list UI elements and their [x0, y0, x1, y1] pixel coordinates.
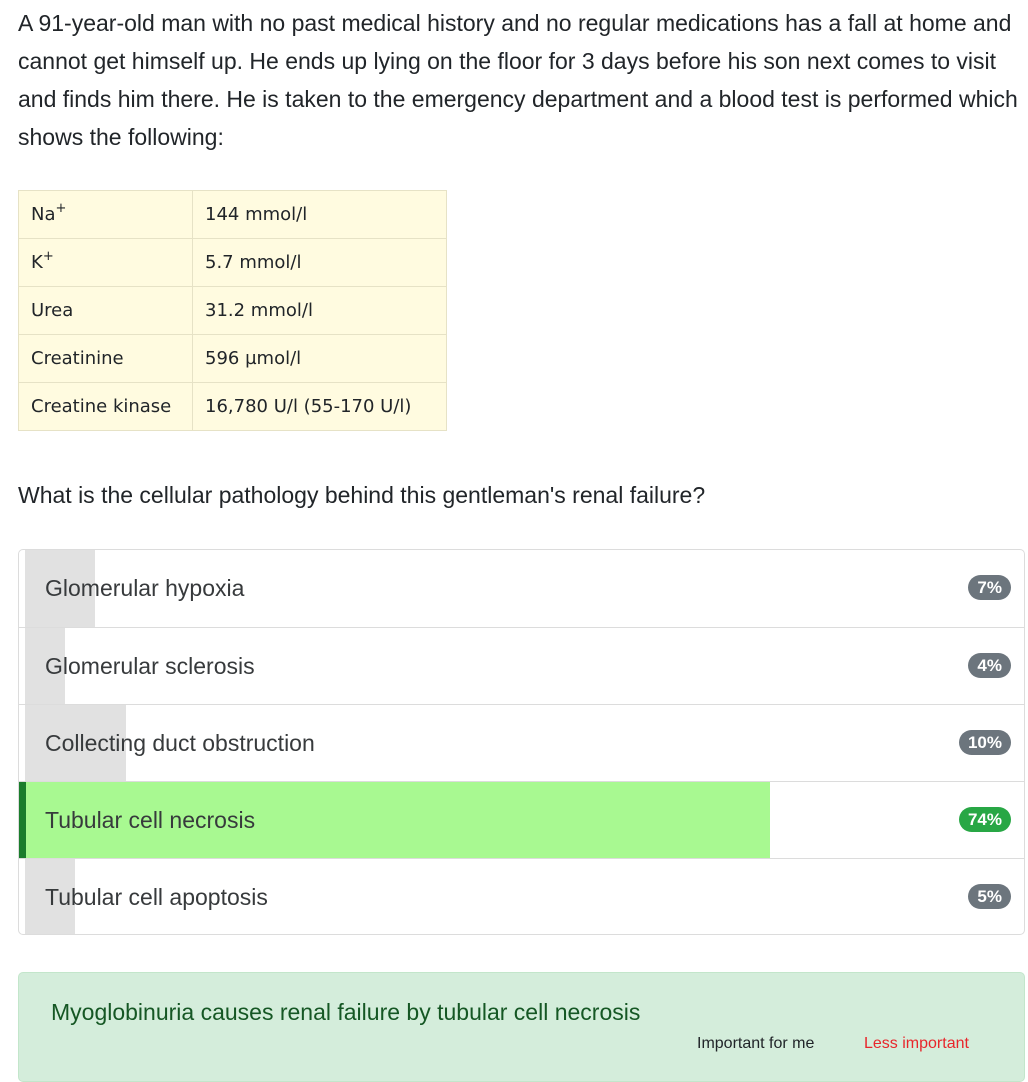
answer-option[interactable]: Tubular cell necrosis 74%: [19, 781, 1024, 858]
answer-option-label: Glomerular sclerosis: [45, 653, 255, 679]
answer-options: Glomerular hypoxia 7% Glomerular scleros…: [18, 549, 1025, 935]
answer-option[interactable]: Glomerular sclerosis 4%: [19, 627, 1024, 704]
answer-option-label: Tubular cell apoptosis: [45, 884, 268, 910]
response-percent-badge: 10%: [958, 730, 1011, 755]
lab-row: Creatine kinase 16,780 U/l (55-170 U/l): [18, 382, 447, 431]
lab-row: Creatinine 596 µmol/l: [18, 334, 447, 383]
less-important-link[interactable]: Less important: [864, 1033, 969, 1055]
lab-value: 31.2 mmol/l: [192, 286, 447, 335]
response-percent-badge: 4%: [968, 653, 1011, 678]
lab-name: Creatinine: [18, 334, 193, 383]
lab-row: Na+ 144 mmol/l: [18, 190, 447, 239]
lab-value: 144 mmol/l: [192, 190, 447, 239]
question-prompt: What is the cellular pathology behind th…: [18, 482, 706, 508]
response-percent-badge: 7%: [968, 575, 1011, 600]
lab-value: 5.7 mmol/l: [192, 238, 447, 287]
lab-value: 596 µmol/l: [192, 334, 447, 383]
question-stem: A 91-year-old man with no past medical h…: [18, 10, 1018, 150]
answer-option[interactable]: Tubular cell apoptosis 5%: [19, 858, 1024, 934]
answer-option-label: Tubular cell necrosis: [45, 807, 256, 833]
lab-name: Urea: [18, 286, 193, 335]
answer-option[interactable]: Glomerular hypoxia 7%: [19, 550, 1024, 627]
lab-name: K+: [18, 238, 193, 287]
explanation-box: Myoglobinuria causes renal failure by tu…: [18, 972, 1025, 1082]
explanation-text: Myoglobinuria causes renal failure by tu…: [51, 999, 641, 1025]
lab-results-table: Na+ 144 mmol/l K+ 5.7 mmol/l Urea 31.2 m…: [18, 190, 447, 431]
lab-row: Urea 31.2 mmol/l: [18, 286, 447, 335]
answer-option[interactable]: Collecting duct obstruction 10%: [19, 704, 1024, 781]
response-percent-badge: 74%: [958, 807, 1011, 832]
answer-option-label: Collecting duct obstruction: [45, 730, 315, 756]
lab-row: K+ 5.7 mmol/l: [18, 238, 447, 287]
lab-value: 16,780 U/l (55-170 U/l): [192, 382, 447, 431]
important-for-me-link[interactable]: Important for me: [697, 1033, 814, 1055]
response-percent-badge: 5%: [968, 884, 1011, 909]
lab-name: Na+: [18, 190, 193, 239]
lab-name: Creatine kinase: [18, 382, 193, 431]
answer-option-label: Glomerular hypoxia: [45, 575, 245, 601]
